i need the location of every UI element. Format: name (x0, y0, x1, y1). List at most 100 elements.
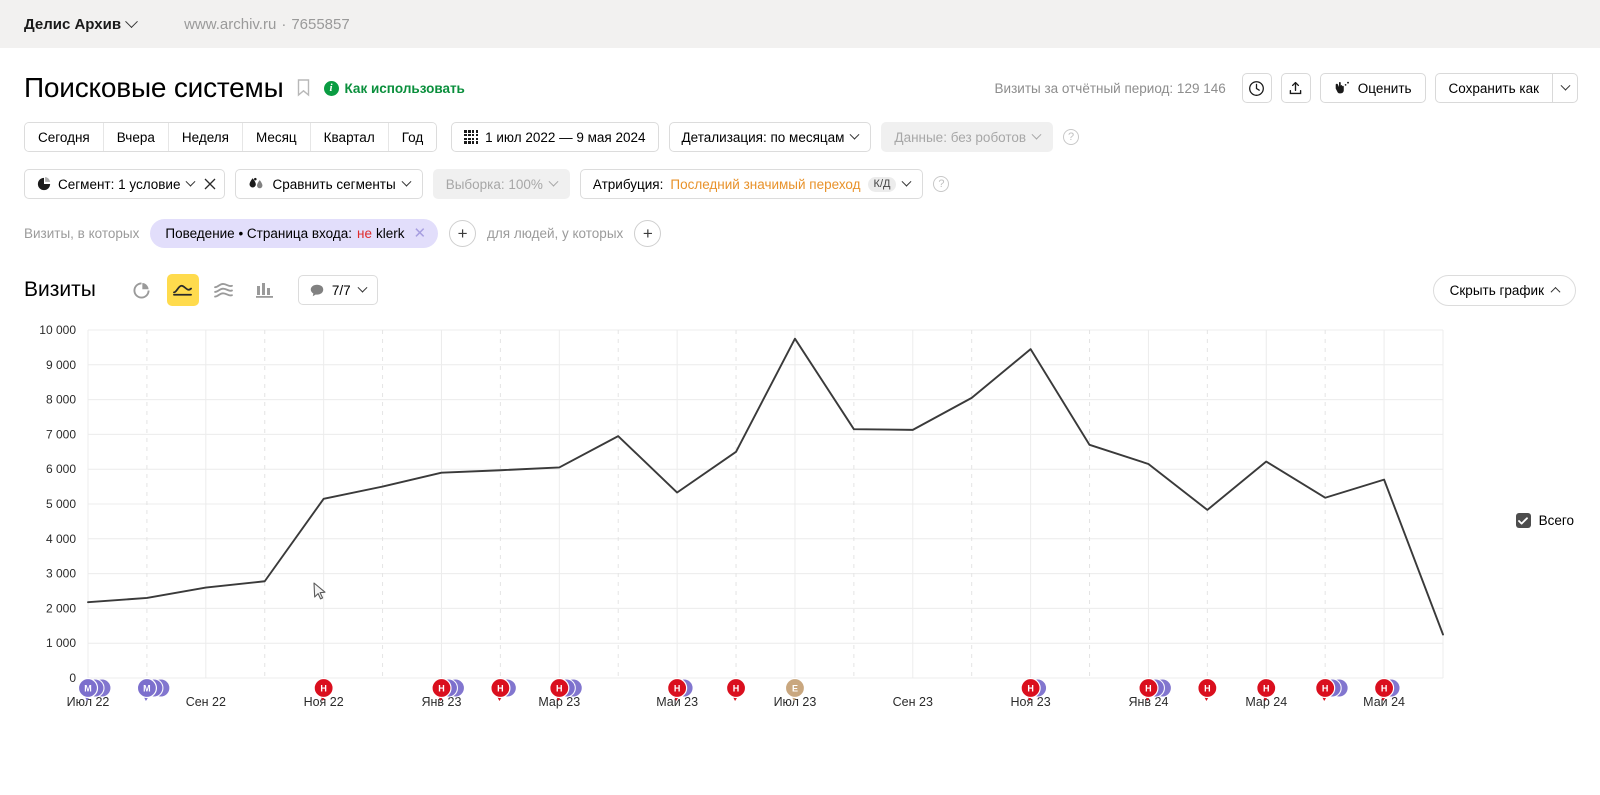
detalization-select[interactable]: Детализация: по месяцам (668, 122, 872, 152)
people-condition-prefix: для людей, у которых (487, 226, 624, 241)
line-chart-icon[interactable] (166, 274, 199, 306)
save-as-label: Сохранить как (1448, 80, 1539, 96)
detalization-label: Детализация: по месяцам (681, 129, 845, 145)
chevron-down-icon (548, 176, 559, 187)
add-visit-condition-button[interactable]: + (449, 220, 477, 247)
period-tab-yesterday[interactable]: Вчера (103, 123, 169, 151)
period-row: Сегодня Вчера Неделя Месяц Квартал Год 1… (24, 122, 1576, 152)
save-as-more-button[interactable] (1552, 73, 1578, 103)
condition-row: Визиты, в которых Поведение • Страница в… (24, 219, 1576, 248)
annotation-letter: Н (320, 683, 327, 693)
y-axis-tick-label: 2 000 (46, 601, 76, 615)
chart-toolbar: Визиты 7/7 Скрыть график (0, 270, 1600, 310)
bookmark-icon[interactable] (297, 79, 310, 97)
hide-chart-button[interactable]: Скрыть график (1432, 274, 1576, 306)
segment-select[interactable]: Сегмент: 1 условие (24, 169, 207, 199)
annotation-letter: Н (1381, 683, 1388, 693)
account-switcher[interactable]: Делис Архив (24, 14, 138, 33)
area-chart-icon[interactable] (208, 274, 240, 306)
annotation-letter: Н (674, 683, 681, 693)
filters-area: Сегодня Вчера Неделя Месяц Квартал Год 1… (0, 106, 1600, 248)
sampling-select[interactable]: Выборка: 100% (432, 169, 570, 199)
rate-button[interactable]: Оценить (1319, 73, 1426, 103)
compare-segments-button[interactable]: Сравнить сегменты (235, 169, 423, 199)
page-title: Поисковые системы (24, 72, 284, 103)
help-icon[interactable]: ? (1063, 129, 1080, 145)
chart-area: 0 1 000 2 000 3 000 4 000 5 000 6 000 7 000 8 00… (0, 318, 1600, 728)
segment-row: Сегмент: 1 условие Сравнить сегменты Выб… (24, 169, 1576, 199)
date-range-picker[interactable]: 1 июл 2022 — 9 мая 2024 (451, 122, 659, 152)
annotation-letter: Н (733, 683, 740, 693)
condition-pill-prefix: Поведение • Страница входа: (165, 226, 352, 241)
data-robots-select[interactable]: Данные: без роботов (881, 122, 1054, 152)
segment-label: Сегмент: 1 условие (58, 176, 181, 192)
series-line-total[interactable] (87, 337, 1444, 636)
info-icon: i (323, 80, 339, 96)
chart-annotation-marker[interactable]: Н (1315, 677, 1349, 702)
annotation-letter: Е (792, 683, 798, 693)
chevron-down-icon (401, 176, 412, 187)
chart-annotation-marker[interactable]: Н (1197, 677, 1218, 702)
data-robots-label: Данные: без роботов (894, 129, 1027, 145)
metric-title: Визиты (24, 278, 96, 301)
annotation-letter: Н (556, 683, 563, 693)
y-axis-tick-label: 10 000 (39, 323, 76, 337)
chevron-down-icon (849, 129, 860, 140)
close-icon (204, 178, 216, 190)
how-to-use-label: Как использовать (344, 80, 465, 96)
chart-annotation-marker[interactable]: Н (490, 677, 517, 702)
attribution-tag: К/Д (867, 176, 897, 192)
period-tab-year[interactable]: Год (388, 123, 437, 151)
y-axis-tick-label: 5 000 (46, 497, 76, 511)
condition-pill-remove-icon[interactable]: ✕ (413, 226, 426, 241)
y-axis-tick-label: 4 000 (46, 532, 76, 546)
title-actions: Визиты за отчётный период: 129 146 Оцени… (995, 73, 1578, 103)
chart-annotation-marker[interactable]: М (136, 677, 171, 702)
segment-group: Сегмент: 1 условие (24, 169, 226, 199)
site-domain[interactable]: www.archiv.ru (184, 16, 276, 33)
period-tabs: Сегодня Вчера Неделя Месяц Квартал Год (24, 122, 438, 152)
chevron-down-icon (1560, 80, 1570, 91)
attribution-select[interactable]: Атрибуция: Последний значимый переход К/… (579, 169, 924, 199)
chart-legend[interactable]: Всего (1515, 513, 1574, 528)
annotation-letter: Н (1145, 683, 1152, 693)
comment-icon (310, 284, 324, 296)
chevron-down-icon (902, 176, 912, 187)
attribution-help-icon[interactable]: ? (933, 176, 950, 192)
visits-line-chart[interactable]: 0 1 000 2 000 3 000 4 000 5 000 6 000 7 000 8 00… (0, 318, 1600, 728)
export-button[interactable] (1280, 73, 1311, 103)
chevron-up-icon (1550, 286, 1561, 297)
period-tab-month[interactable]: Месяц (242, 123, 311, 151)
chart-annotation-marker[interactable]: Н (725, 677, 747, 702)
condition-pill-negation: не (356, 226, 372, 241)
chart-notes-button[interactable]: 7/7 (297, 275, 378, 305)
period-tab-quarter[interactable]: Квартал (310, 123, 389, 151)
date-range-label: 1 июл 2022 — 9 мая 2024 (485, 129, 646, 145)
thumbs-icon (1335, 81, 1349, 93)
add-people-condition-button[interactable]: + (634, 220, 662, 247)
bar-chart-icon[interactable] (249, 274, 281, 306)
attribution-value: Последний значимый переход (670, 176, 861, 192)
y-axis-tick-label: 3 000 (46, 567, 76, 581)
pie-chart-icon[interactable] (126, 274, 158, 306)
legend-checkbox[interactable] (1515, 513, 1531, 528)
period-tab-today[interactable]: Сегодня (25, 123, 104, 151)
legend-label: Всего (1538, 513, 1574, 528)
chevron-down-icon (1031, 129, 1042, 140)
segment-clear-button[interactable] (195, 169, 226, 199)
pie-segment-icon (37, 177, 51, 191)
period-tab-week[interactable]: Неделя (168, 123, 243, 151)
condition-pill[interactable]: Поведение • Страница входа: не klerk ✕ (150, 219, 439, 248)
save-as-button[interactable]: Сохранить как (1434, 73, 1552, 103)
annotation-letter: Н (1322, 683, 1329, 693)
y-axis-tick-label: 8 000 (46, 393, 76, 407)
sampling-label: Выборка: 100% (445, 176, 543, 192)
top-account-bar: Делис Архив www.archiv.ru · 7655857 (0, 0, 1600, 48)
condition-prefix: Визиты, в которых (24, 226, 140, 241)
history-button[interactable] (1241, 73, 1272, 103)
y-axis-tick-label: 7 000 (46, 427, 76, 441)
annotation-letter: М (84, 683, 92, 693)
how-to-use-link[interactable]: i Как использовать (323, 80, 465, 96)
site-info: www.archiv.ru · 7655857 (184, 16, 350, 33)
page-title-row: Поисковые системы i Как использовать Виз… (0, 48, 1600, 106)
